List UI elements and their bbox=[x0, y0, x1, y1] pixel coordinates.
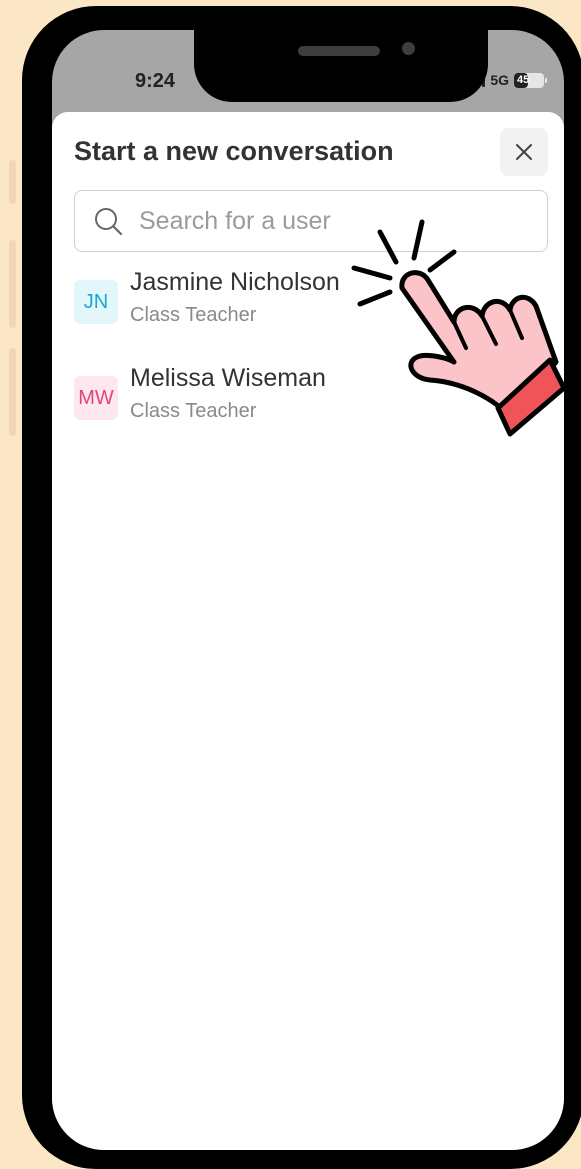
user-role: Class Teacher bbox=[130, 400, 257, 422]
phone-volume-down-button bbox=[9, 348, 16, 436]
user-name: Melissa Wiseman bbox=[130, 364, 326, 392]
pointing-hand-icon bbox=[351, 219, 567, 437]
phone-volume-up-button bbox=[9, 240, 16, 328]
user-avatar: JN bbox=[74, 280, 118, 324]
phone-frame: 9:24 5G 45 Start a new conversation Sear… bbox=[22, 6, 581, 1169]
phone-side-button-top bbox=[9, 160, 16, 204]
search-icon bbox=[95, 208, 123, 236]
battery-percentage: 45 bbox=[517, 74, 530, 86]
close-button[interactable] bbox=[500, 128, 548, 176]
user-name: Jasmine Nicholson bbox=[130, 268, 340, 296]
status-time: 9:24 bbox=[135, 70, 176, 92]
network-label: 5G bbox=[490, 72, 509, 88]
user-avatar: MW bbox=[74, 376, 118, 420]
battery-icon: 45 bbox=[514, 72, 547, 88]
speaker-grille bbox=[298, 46, 380, 56]
user-role: Class Teacher bbox=[130, 304, 257, 326]
front-camera bbox=[402, 42, 415, 55]
close-icon bbox=[516, 144, 532, 160]
phone-notch bbox=[194, 30, 488, 102]
phone-screen: 9:24 5G 45 Start a new conversation Sear… bbox=[52, 30, 564, 1150]
sheet-title: Start a new conversation bbox=[74, 136, 394, 166]
